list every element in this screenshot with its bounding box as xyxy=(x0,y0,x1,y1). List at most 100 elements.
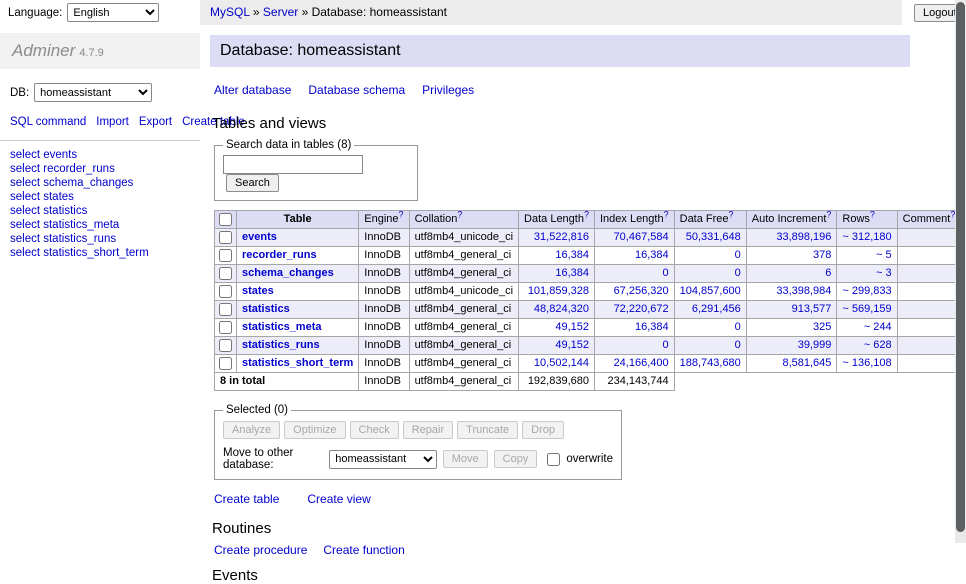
sidebar-link-import[interactable]: Import xyxy=(96,116,129,128)
sidebar-link-sql-command[interactable]: SQL command xyxy=(10,116,86,128)
link-create-table[interactable]: Create table xyxy=(214,492,279,506)
index-length-link[interactable]: 0 xyxy=(663,267,669,279)
data-length-link[interactable]: 48,824,320 xyxy=(534,303,589,315)
data-free-link[interactable]: 0 xyxy=(735,267,741,279)
help-link[interactable]: ? xyxy=(584,209,589,219)
row-checkbox-statistics-runs[interactable] xyxy=(219,339,232,352)
select-all-checkbox[interactable] xyxy=(219,213,232,226)
sidebar-item-select-states[interactable]: select states xyxy=(10,191,190,204)
data-length-link[interactable]: 16,384 xyxy=(555,267,589,279)
help-link[interactable]: ? xyxy=(826,209,831,219)
row-checkbox-statistics-short-term[interactable] xyxy=(219,357,232,370)
rows-count-link[interactable]: ~ 312,180 xyxy=(842,231,891,243)
rows-count-link[interactable]: ~ 628 xyxy=(864,339,892,351)
link-create-view[interactable]: Create view xyxy=(307,492,370,506)
table-link-statistics-meta[interactable]: statistics_meta xyxy=(242,321,322,333)
move-button[interactable]: Move xyxy=(443,450,488,468)
data-length-link[interactable]: 49,152 xyxy=(555,339,589,351)
scrollbar-thumb[interactable] xyxy=(956,2,965,532)
db-select[interactable]: homeassistant xyxy=(34,83,152,102)
sidebar-item-select-recorder-runs[interactable]: select recorder_runs xyxy=(10,163,190,176)
overwrite-option[interactable]: overwrite xyxy=(543,450,613,469)
auto-increment-link[interactable]: 33,398,984 xyxy=(776,285,831,297)
scrollbar[interactable] xyxy=(955,0,966,543)
table-link-statistics-runs[interactable]: statistics_runs xyxy=(242,339,320,351)
language-select[interactable]: English xyxy=(67,3,159,22)
index-length-link[interactable]: 67,256,320 xyxy=(614,285,669,297)
index-length-link[interactable]: 72,220,672 xyxy=(614,303,669,315)
link-create-procedure[interactable]: Create procedure xyxy=(214,543,307,557)
sidebar-item-select-statistics-meta[interactable]: select statistics_meta xyxy=(10,219,190,232)
data-free-link[interactable]: 0 xyxy=(735,321,741,333)
sidebar-item-select-statistics[interactable]: select statistics xyxy=(10,205,190,218)
truncate-button[interactable]: Truncate xyxy=(457,421,518,439)
adminer-logo[interactable]: Adminer xyxy=(12,41,75,60)
nav-link-database-schema[interactable]: Database schema xyxy=(308,83,405,97)
help-link[interactable]: ? xyxy=(729,209,734,219)
data-free-link[interactable]: 0 xyxy=(735,249,741,261)
search-input[interactable] xyxy=(223,155,363,174)
rows-count-link[interactable]: ~ 244 xyxy=(864,321,892,333)
sidebar-item-select-schema-changes[interactable]: select schema_changes xyxy=(10,177,190,190)
rows-count-link[interactable]: ~ 3 xyxy=(876,267,892,279)
row-checkbox-statistics[interactable] xyxy=(219,303,232,316)
nav-link-alter-database[interactable]: Alter database xyxy=(214,83,291,97)
table-link-statistics[interactable]: statistics xyxy=(242,303,290,315)
row-checkbox-recorder-runs[interactable] xyxy=(219,249,232,262)
breadcrumb-link-mysql[interactable]: MySQL xyxy=(210,5,250,19)
analyze-button[interactable]: Analyze xyxy=(223,421,280,439)
repair-button[interactable]: Repair xyxy=(403,421,453,439)
move-db-select[interactable]: homeassistant xyxy=(329,450,436,469)
data-length-link[interactable]: 16,384 xyxy=(555,249,589,261)
index-length-link[interactable]: 24,166,400 xyxy=(614,357,669,369)
rows-count-link[interactable]: ~ 136,108 xyxy=(842,357,891,369)
data-free-link[interactable]: 0 xyxy=(735,339,741,351)
auto-increment-link[interactable]: 33,898,196 xyxy=(776,231,831,243)
check-button[interactable]: Check xyxy=(350,421,399,439)
data-length-link[interactable]: 101,859,328 xyxy=(528,285,589,297)
auto-increment-link[interactable]: 325 xyxy=(813,321,831,333)
index-length-link[interactable]: 0 xyxy=(663,339,669,351)
data-free-link[interactable]: 188,743,680 xyxy=(680,357,741,369)
drop-button[interactable]: Drop xyxy=(522,421,564,439)
search-button[interactable]: Search xyxy=(226,174,279,192)
auto-increment-link[interactable]: 378 xyxy=(813,249,831,261)
sidebar-item-select-events[interactable]: select events xyxy=(10,149,190,162)
help-link[interactable]: ? xyxy=(457,209,462,219)
row-checkbox-states[interactable] xyxy=(219,285,232,298)
index-length-link[interactable]: 16,384 xyxy=(635,321,669,333)
help-link[interactable]: ? xyxy=(870,209,875,219)
help-link[interactable]: ? xyxy=(664,209,669,219)
help-link[interactable]: ? xyxy=(399,209,404,219)
optimize-button[interactable]: Optimize xyxy=(284,421,345,439)
data-length-link[interactable]: 31,522,816 xyxy=(534,231,589,243)
data-free-link[interactable]: 104,857,600 xyxy=(680,285,741,297)
breadcrumb-link-server[interactable]: Server xyxy=(263,5,298,19)
data-length-link[interactable]: 10,502,144 xyxy=(534,357,589,369)
sidebar-item-select-statistics-short-term[interactable]: select statistics_short_term xyxy=(10,247,190,260)
index-length-link[interactable]: 16,384 xyxy=(635,249,669,261)
rows-count-link[interactable]: ~ 299,833 xyxy=(842,285,891,297)
overwrite-checkbox[interactable] xyxy=(547,453,560,466)
row-checkbox-schema-changes[interactable] xyxy=(219,267,232,280)
link-create-function[interactable]: Create function xyxy=(323,543,404,557)
auto-increment-link[interactable]: 6 xyxy=(825,267,831,279)
table-link-events[interactable]: events xyxy=(242,231,277,243)
data-free-link[interactable]: 6,291,456 xyxy=(692,303,741,315)
table-link-states[interactable]: states xyxy=(242,285,274,297)
table-link-statistics-short-term[interactable]: statistics_short_term xyxy=(242,357,353,369)
nav-link-privileges[interactable]: Privileges xyxy=(422,83,474,97)
auto-increment-link[interactable]: 913,577 xyxy=(792,303,832,315)
auto-increment-link[interactable]: 39,999 xyxy=(798,339,832,351)
table-link-recorder-runs[interactable]: recorder_runs xyxy=(242,249,317,261)
data-length-link[interactable]: 49,152 xyxy=(555,321,589,333)
sidebar-item-select-statistics-runs[interactable]: select statistics_runs xyxy=(10,233,190,246)
copy-button[interactable]: Copy xyxy=(494,450,538,468)
index-length-link[interactable]: 70,467,584 xyxy=(614,231,669,243)
data-free-link[interactable]: 50,331,648 xyxy=(686,231,741,243)
row-checkbox-statistics-meta[interactable] xyxy=(219,321,232,334)
table-link-schema-changes[interactable]: schema_changes xyxy=(242,267,334,279)
rows-count-link[interactable]: ~ 5 xyxy=(876,249,892,261)
row-checkbox-events[interactable] xyxy=(219,231,232,244)
rows-count-link[interactable]: ~ 569,159 xyxy=(842,303,891,315)
